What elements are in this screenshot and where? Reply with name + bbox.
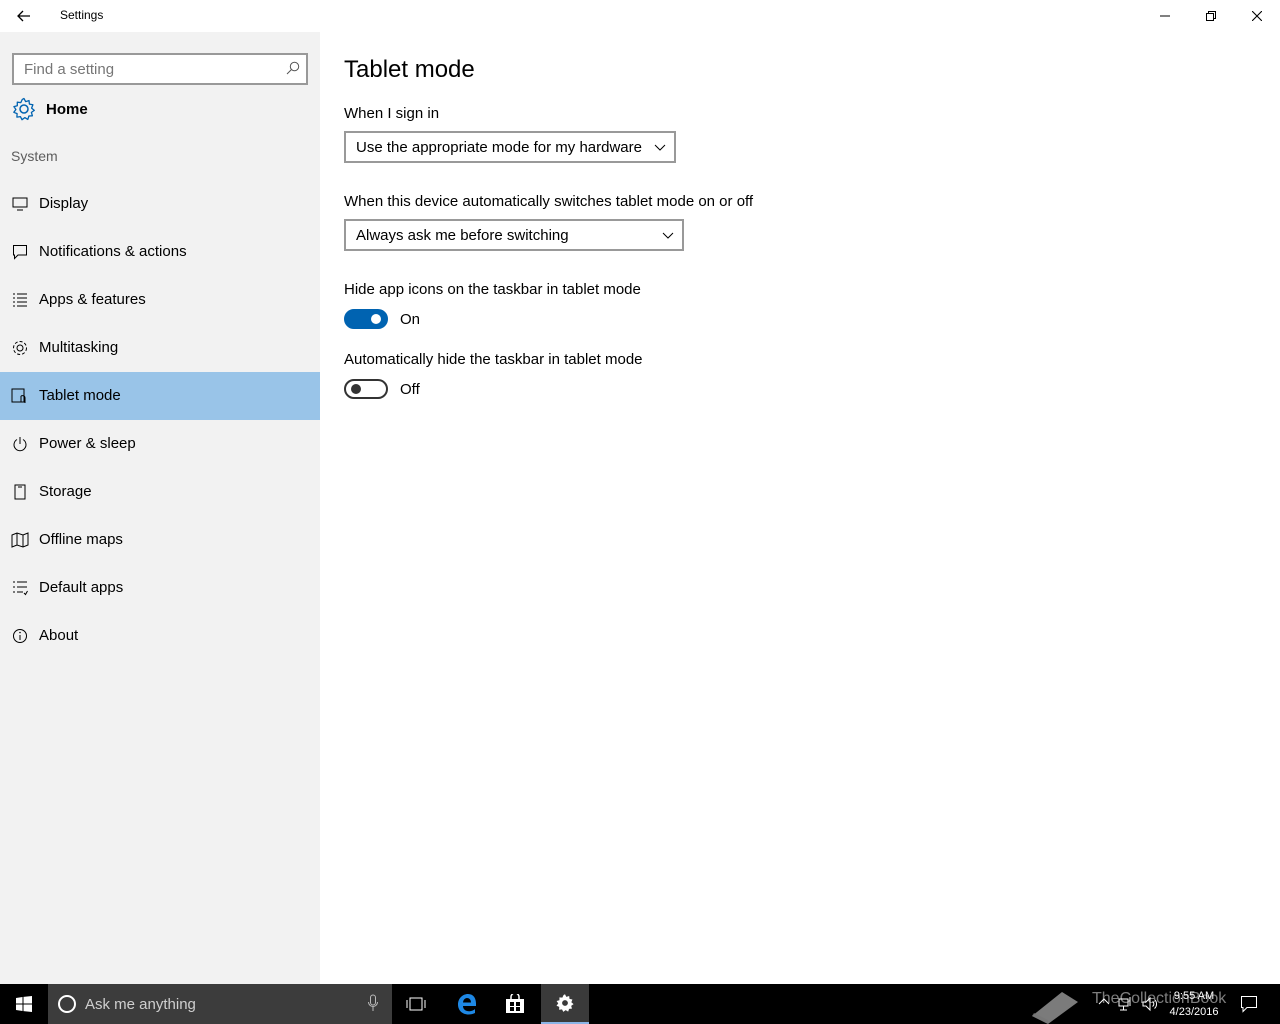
sidebar-item-label: About: [39, 627, 79, 644]
close-button[interactable]: [1234, 0, 1280, 32]
sidebar-item-multitasking[interactable]: Multitasking: [0, 324, 320, 372]
sidebar-item-label: Display: [39, 195, 89, 212]
back-button[interactable]: [0, 0, 48, 32]
hide-icons-label: Hide app icons on the taskbar in tablet …: [344, 281, 641, 298]
sign-in-dropdown[interactable]: Use the appropriate mode for my hardware: [344, 131, 676, 163]
cortana-placeholder: Ask me anything: [85, 996, 196, 1013]
auto-switch-label: When this device automatically switches …: [344, 193, 754, 210]
settings-app-button[interactable]: [541, 984, 589, 1024]
network-icon[interactable]: [1118, 996, 1134, 1012]
task-view-button[interactable]: [392, 984, 440, 1024]
start-button[interactable]: [0, 984, 48, 1024]
monitor-icon: [11, 195, 29, 213]
storage-icon: [11, 483, 29, 501]
back-arrow-icon: [17, 10, 30, 22]
cortana-icon: [58, 995, 76, 1013]
sidebar-item-apps[interactable]: Apps & features: [0, 276, 320, 324]
sidebar-item-label: Tablet mode: [39, 387, 121, 404]
search-icon[interactable]: [286, 61, 300, 75]
gear-icon: [13, 97, 35, 121]
window-title: Settings: [60, 8, 104, 22]
sidebar-item-about[interactable]: About: [0, 612, 320, 660]
home-label: Home: [46, 100, 88, 118]
minimize-icon: [1160, 15, 1170, 17]
clock-date: 4/23/2016: [1169, 1006, 1219, 1018]
sidebar-item-display[interactable]: Display: [0, 180, 320, 228]
sidebar-item-label: Apps & features: [39, 291, 146, 308]
sidebar-item-power[interactable]: Power & sleep: [0, 420, 320, 468]
store-button[interactable]: [491, 984, 539, 1024]
sidebar-item-label: Power & sleep: [39, 435, 136, 452]
gear-icon: [556, 994, 574, 1012]
chevron-down-icon: [662, 232, 674, 239]
search-placeholder: Find a setting: [24, 61, 115, 78]
clock[interactable]: 9:55 AM 4/23/2016: [1160, 988, 1228, 1020]
info-icon: [11, 627, 29, 645]
clock-time: 9:55 AM: [1173, 990, 1215, 1002]
action-center-icon[interactable]: [1240, 995, 1258, 1013]
restore-button[interactable]: [1188, 0, 1234, 32]
home-link[interactable]: Home: [12, 94, 88, 124]
minimize-button[interactable]: [1142, 0, 1188, 32]
nav-list: Display Notifications & actions Apps & f…: [0, 180, 320, 660]
hide-taskbar-label: Automatically hide the taskbar in tablet…: [344, 351, 643, 368]
auto-switch-dropdown[interactable]: Always ask me before switching: [344, 219, 684, 251]
microphone-icon[interactable]: [368, 994, 378, 1012]
chevron-down-icon: [654, 144, 666, 151]
default-apps-icon: [11, 579, 29, 597]
volume-icon[interactable]: [1142, 996, 1158, 1012]
sidebar-item-label: Multitasking: [39, 339, 119, 356]
hide-icons-state: On: [400, 311, 421, 328]
title-bar: Settings: [0, 0, 1280, 32]
hide-taskbar-state: Off: [400, 381, 420, 398]
edge-button[interactable]: [443, 984, 491, 1024]
store-icon: [506, 994, 524, 1013]
sidebar-item-label: Notifications & actions: [39, 243, 187, 260]
auto-switch-dropdown-value: Always ask me before switching: [356, 227, 569, 244]
windows-logo-icon: [16, 996, 32, 1012]
message-icon: [11, 243, 29, 261]
task-view-icon: [406, 997, 426, 1011]
list-icon: [11, 291, 29, 309]
sign-in-dropdown-value: Use the appropriate mode for my hardware: [356, 139, 642, 156]
sidebar-item-label: Offline maps: [39, 531, 123, 548]
map-icon: [11, 531, 29, 549]
cortana-search-box[interactable]: Ask me anything: [48, 984, 392, 1024]
close-icon: [1252, 11, 1262, 21]
sidebar-item-tablet-mode[interactable]: Tablet mode: [0, 372, 320, 420]
sidebar: Find a setting Home System Display Notif…: [0, 32, 320, 984]
sidebar-item-label: Storage: [39, 483, 92, 500]
toggle-knob: [351, 384, 361, 394]
sidebar-item-notifications[interactable]: Notifications & actions: [0, 228, 320, 276]
hide-icons-toggle[interactable]: [344, 309, 388, 329]
sidebar-item-label: Default apps: [39, 579, 124, 596]
tablet-icon: [11, 387, 29, 405]
book-logo-icon: [1032, 992, 1078, 1024]
section-label: System: [11, 148, 58, 164]
page-title: Tablet mode: [344, 56, 475, 83]
edge-icon: [458, 994, 477, 1015]
sidebar-item-storage[interactable]: Storage: [0, 468, 320, 516]
chevron-up-icon[interactable]: [1098, 996, 1110, 1008]
main-content: Tablet mode When I sign in Use the appro…: [320, 32, 1280, 984]
toggle-knob: [371, 314, 381, 324]
sidebar-item-offline-maps[interactable]: Offline maps: [0, 516, 320, 564]
search-input[interactable]: Find a setting: [12, 53, 308, 85]
taskbar: Ask me anything TheCollectionBook 9:55 A…: [0, 984, 1280, 1024]
sign-in-label: When I sign in: [344, 105, 440, 122]
power-icon: [11, 435, 29, 453]
restore-icon: [1206, 11, 1216, 21]
sidebar-item-default-apps[interactable]: Default apps: [0, 564, 320, 612]
multitask-icon: [11, 339, 29, 357]
hide-taskbar-toggle[interactable]: [344, 379, 388, 399]
